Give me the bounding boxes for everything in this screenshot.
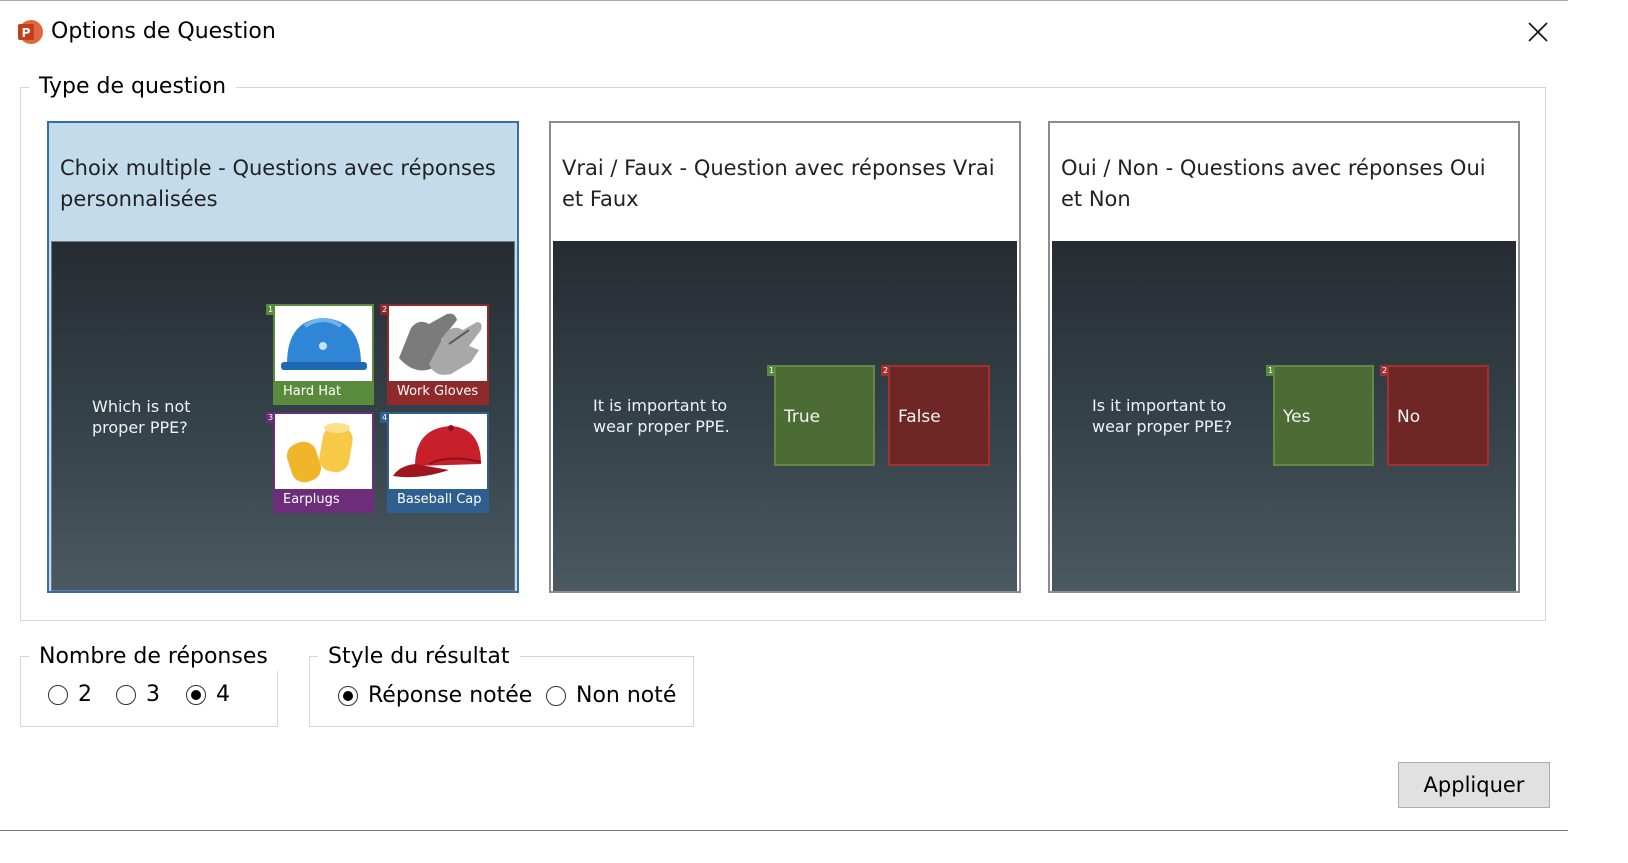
tile-number: 3 bbox=[266, 412, 275, 423]
card-true-false[interactable]: Vrai / Faux - Question avec réponses Vra… bbox=[549, 121, 1021, 593]
tile-number: 1 bbox=[266, 304, 275, 315]
baseball-cap-icon bbox=[393, 425, 482, 478]
answer-tile-false: 2 False bbox=[881, 365, 990, 466]
answer-tile-work-gloves: 2 Work Gloves bbox=[380, 304, 489, 405]
earplugs-icon bbox=[286, 423, 353, 483]
radio-answers-3[interactable]: 3 bbox=[116, 682, 160, 707]
radio-circle bbox=[48, 684, 68, 705]
radio-answers-4[interactable]: 4 bbox=[186, 682, 230, 707]
card-yes-no[interactable]: Oui / Non - Questions avec réponses Oui … bbox=[1048, 121, 1520, 593]
hard-hat-icon bbox=[281, 318, 367, 370]
radio-circle bbox=[116, 684, 136, 705]
answer-tile-earplugs: 3 Earplugs bbox=[266, 412, 374, 513]
tile-number: 2 bbox=[380, 304, 389, 315]
radio-label: Non noté bbox=[576, 683, 677, 708]
radio-label: 2 bbox=[78, 682, 92, 707]
card-title: Oui / Non - Questions avec réponses Oui … bbox=[1061, 156, 1486, 211]
radio-circle bbox=[338, 685, 358, 706]
answer-tile-baseball-cap: 4 Baseball Cap bbox=[380, 412, 489, 513]
slide-preview: It is important to wear proper PPE. 1 Tr… bbox=[553, 241, 1017, 591]
card-multiple-choice[interactable]: Choix multiple - Questions avec réponses… bbox=[47, 121, 519, 593]
tile-label: No bbox=[1397, 407, 1421, 427]
close-button[interactable] bbox=[1516, 14, 1560, 50]
tile-caption: Baseball Cap bbox=[389, 489, 487, 511]
apply-button[interactable]: Appliquer bbox=[1398, 762, 1550, 808]
app-icon-letter: P bbox=[22, 26, 31, 40]
answer-tile-no: 2 No bbox=[1380, 365, 1489, 466]
answer-count-legend: Nombre de réponses bbox=[29, 643, 278, 671]
preview-question: Which is not proper PPE? bbox=[92, 397, 191, 437]
radio-selected-dot bbox=[191, 689, 201, 700]
radio-selected-dot bbox=[343, 690, 353, 701]
tile-label: True bbox=[784, 407, 821, 427]
radio-label: 4 bbox=[216, 682, 230, 707]
radio-not-graded[interactable]: Non noté bbox=[546, 683, 676, 708]
tile-number: 4 bbox=[380, 412, 389, 423]
tile-caption: Work Gloves bbox=[389, 381, 487, 403]
slide-preview: Is it important to wear proper PPE? 1 Ye… bbox=[1052, 241, 1516, 591]
tile-label: False bbox=[898, 407, 941, 427]
slide-preview: Which is not proper PPE? 1 Hard Hat 2 Wo… bbox=[51, 241, 515, 591]
tile-number: 1 bbox=[1266, 365, 1275, 376]
question-type-legend: Type de question bbox=[29, 73, 237, 101]
radio-graded-answer[interactable]: Réponse notée bbox=[338, 683, 532, 708]
window-right-margin bbox=[1568, 0, 1628, 862]
tile-label: Yes bbox=[1283, 407, 1311, 427]
window-bottom-border bbox=[0, 830, 1568, 863]
radio-circle bbox=[546, 685, 566, 706]
radio-label: Réponse notée bbox=[368, 683, 533, 708]
window-title: Options de Question bbox=[51, 19, 276, 44]
card-title: Choix multiple - Questions avec réponses… bbox=[60, 156, 496, 211]
answer-tile-yes: 1 Yes bbox=[1266, 365, 1374, 466]
preview-question: It is important to wear proper PPE. bbox=[593, 396, 730, 436]
tile-caption: Earplugs bbox=[275, 489, 372, 511]
close-icon bbox=[1528, 22, 1548, 42]
tile-caption: Hard Hat bbox=[275, 381, 372, 403]
tile-number: 2 bbox=[881, 365, 890, 376]
card-title: Vrai / Faux - Question avec réponses Vra… bbox=[562, 156, 995, 211]
result-style-legend: Style du résultat bbox=[318, 643, 520, 671]
answer-tile-true: 1 True bbox=[767, 365, 875, 466]
tile-number: 2 bbox=[1380, 365, 1389, 376]
preview-question: Is it important to wear proper PPE? bbox=[1092, 396, 1233, 436]
tile-number: 1 bbox=[767, 365, 776, 376]
radio-label: 3 bbox=[146, 682, 160, 707]
radio-answers-2[interactable]: 2 bbox=[48, 682, 92, 707]
powerpoint-icon: P bbox=[16, 18, 44, 46]
radio-circle bbox=[186, 684, 206, 705]
work-gloves-icon bbox=[399, 313, 482, 375]
answer-tile-hard-hat: 1 Hard Hat bbox=[266, 304, 374, 405]
